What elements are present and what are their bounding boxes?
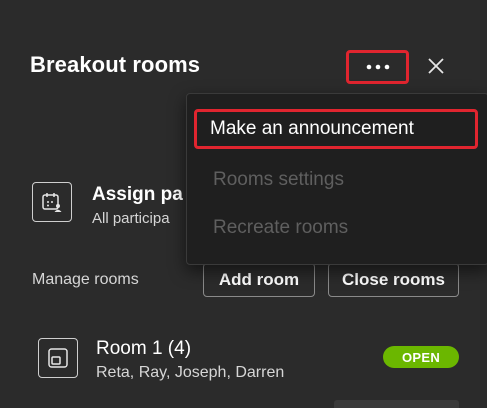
manage-rooms-label: Manage rooms [32,271,139,288]
menu-item-make-announcement[interactable]: Make an announcement [194,109,478,149]
add-room-button[interactable]: Add room [203,263,315,297]
room-icon-box[interactable] [38,338,78,378]
room-name[interactable]: Room 1 (4) [96,338,191,360]
calendar-people-icon [42,193,62,212]
more-horizontal-icon [366,64,389,70]
close-icon [428,58,444,74]
assign-participants-subtitle: All participa [92,210,170,227]
next-row-partial [334,400,459,408]
menu-item-recreate-rooms[interactable]: Recreate rooms [197,208,477,248]
close-rooms-button[interactable]: Close rooms [328,263,459,297]
menu-item-rooms-settings[interactable]: Rooms settings [197,160,477,200]
room-members: Reta, Ray, Joseph, Darren [96,364,285,381]
room-status-badge: OPEN [383,346,459,368]
close-button[interactable] [424,54,448,78]
more-options-menu: Make an announcement Rooms settings Recr… [186,93,487,265]
more-options-button[interactable] [346,50,409,84]
panel-title: Breakout rooms [30,52,201,77]
breakout-rooms-panel: Breakout rooms Assign pa All participa M… [0,0,487,408]
assign-participants-title[interactable]: Assign pa [92,184,183,206]
room-icon [48,348,68,368]
assign-participants-icon-box[interactable] [32,182,72,222]
